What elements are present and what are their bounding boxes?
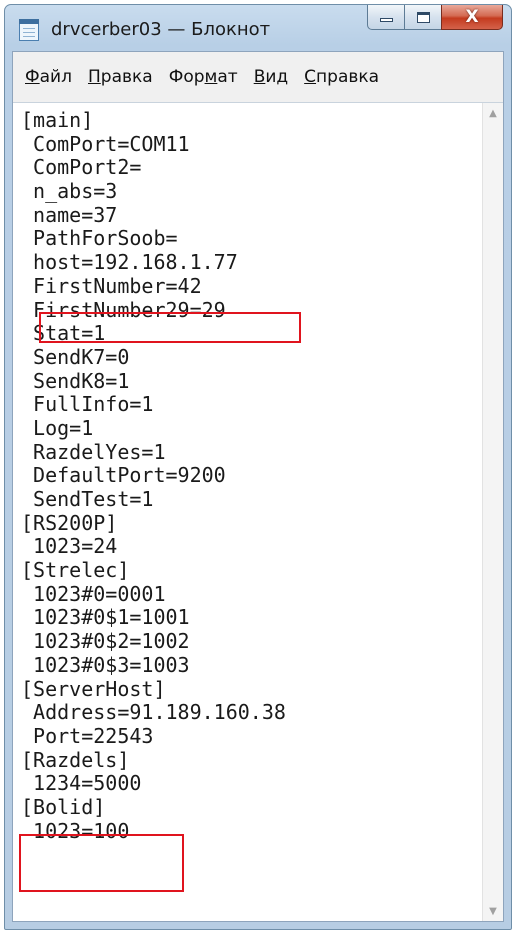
text-line: 1023=24	[21, 534, 118, 559]
text-line: RazdelYes=1	[21, 439, 166, 464]
text-line: n_abs=3	[21, 179, 118, 204]
text-line: [Strelec]	[21, 558, 130, 583]
text-line: 1023#0=0001	[21, 581, 166, 606]
highlight-box-firstnumber29	[39, 312, 301, 343]
maximize-button[interactable]	[404, 5, 442, 30]
text-line: name=37	[21, 202, 118, 227]
text-line: ComPort2=	[21, 155, 142, 180]
minimize-icon	[379, 18, 393, 22]
text-line: host=192.168.1.77	[21, 250, 238, 275]
text-line: SendTest=1	[21, 487, 154, 511]
menu-file[interactable]: Файл	[21, 67, 80, 87]
menu-edit[interactable]: Правка	[84, 67, 161, 87]
text-line: 1234=5000	[21, 771, 142, 796]
text-line: Port=22543	[21, 723, 154, 748]
window-title: drvcerber03 — Блокнот	[51, 19, 271, 40]
title-bar[interactable]: drvcerber03 — Блокнот X	[5, 5, 511, 51]
text-line-highlighted: [Bolid]	[21, 794, 106, 819]
caption-buttons: X	[367, 5, 503, 31]
text-line: Address=91.189.160.38	[21, 700, 286, 725]
minimize-button[interactable]	[367, 5, 405, 30]
menu-bar: Файл Правка Формат Вид Справка	[13, 52, 503, 103]
scroll-down-arrow-icon[interactable]: ▼	[483, 901, 503, 921]
maximize-icon	[416, 11, 430, 23]
notepad-app-icon[interactable]	[19, 19, 39, 41]
close-icon: X	[465, 6, 479, 27]
text-line: [RS200P]	[21, 510, 118, 535]
scroll-up-arrow-icon[interactable]: ▲	[483, 103, 503, 123]
text-line: 1023#0$1=1001	[21, 605, 190, 630]
text-line: ComPort=COM11	[21, 131, 190, 156]
text-line: [ServerHost]	[21, 676, 166, 701]
text-line: 1023#0$2=1002	[21, 629, 190, 654]
vertical-scrollbar[interactable]: ▲ ▼	[482, 103, 503, 921]
menu-view[interactable]: Вид	[250, 67, 296, 87]
text-line: [main]	[21, 108, 94, 132]
text-line: SendK7=0	[21, 344, 130, 369]
menu-help[interactable]: Справка	[300, 67, 387, 87]
client-area: Файл Правка Формат Вид Справка [main] Co…	[12, 51, 504, 922]
menu-format[interactable]: Формат	[165, 67, 246, 87]
text-line: PathForSoob=	[21, 226, 178, 251]
text-editor[interactable]: [main] ComPort=COM11 ComPort2= n_abs=3 n…	[13, 103, 503, 921]
text-line: FirstNumber=42	[21, 273, 202, 298]
text-line: 1023#0$3=1003	[21, 652, 190, 677]
text-line: SendK8=1	[21, 368, 130, 393]
document-text[interactable]: [main] ComPort=COM11 ComPort2= n_abs=3 n…	[21, 108, 286, 843]
text-line: FullInfo=1	[21, 392, 154, 417]
highlight-box-bolid	[19, 834, 184, 892]
close-button[interactable]: X	[441, 5, 503, 30]
notepad-window: drvcerber03 — Блокнот X Файл Правка Форм…	[4, 4, 512, 930]
text-line: Log=1	[21, 415, 94, 440]
text-line: DefaultPort=9200	[21, 463, 226, 488]
text-line: [Razdels]	[21, 747, 130, 772]
